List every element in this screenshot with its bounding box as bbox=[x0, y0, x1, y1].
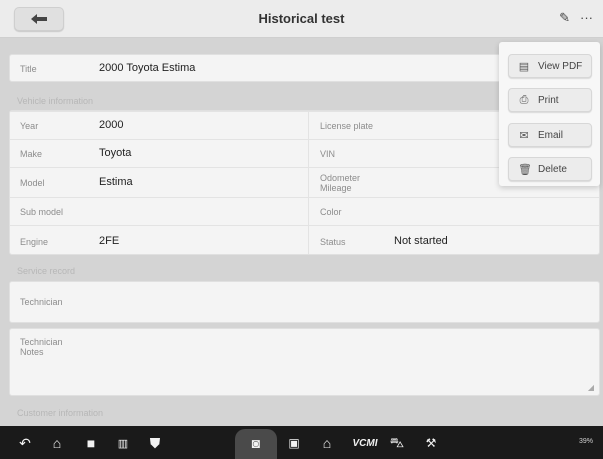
model-label: Model bbox=[20, 178, 45, 188]
vehicle-info-header: Vehicle information bbox=[17, 96, 94, 106]
technician-field[interactable]: Technician bbox=[9, 281, 600, 323]
vin-label: VIN bbox=[320, 149, 336, 159]
make-value: Toyota bbox=[99, 147, 132, 159]
status-tray: 39% bbox=[578, 438, 593, 445]
page-title: Historical test bbox=[258, 11, 345, 26]
title-label: Title bbox=[20, 64, 37, 74]
year-label: Year bbox=[20, 121, 39, 131]
vehicle-row: Engine 2FE Status Not started bbox=[10, 225, 599, 256]
split-screen-icon[interactable]: ▥ bbox=[112, 434, 134, 452]
screen-record-icon[interactable]: ▣ bbox=[283, 434, 305, 452]
print-label: Print bbox=[538, 94, 559, 106]
email-icon: ✉ bbox=[519, 129, 529, 142]
model-value: Estima bbox=[99, 176, 133, 188]
delete-label: Delete bbox=[538, 163, 567, 175]
service-icon[interactable]: ⚒ bbox=[420, 434, 442, 452]
resize-handle-icon[interactable]: ◢ bbox=[588, 383, 594, 392]
delete-button[interactable]: 🗑 Delete bbox=[508, 157, 592, 181]
vcmi-icon[interactable]: VCMI bbox=[347, 434, 383, 452]
make-label: Make bbox=[20, 149, 43, 159]
print-button[interactable]: ⎙ Print bbox=[508, 88, 592, 112]
camera-icon[interactable]: ◙ bbox=[245, 434, 267, 452]
trash-icon: 🗑 bbox=[518, 163, 532, 176]
color-label: Color bbox=[320, 207, 342, 217]
sub-model-label: Sub model bbox=[20, 207, 64, 217]
top-bar: Historical test ✎ ··· bbox=[0, 0, 603, 38]
customer-info-header: Customer information bbox=[17, 408, 104, 418]
print-icon: ⎙ bbox=[519, 93, 529, 106]
email-button[interactable]: ✉ Email bbox=[508, 123, 592, 147]
technician-label: Technician bbox=[20, 297, 63, 307]
view-pdf-button[interactable]: ▤ View PDF bbox=[508, 54, 592, 78]
back-nav-icon[interactable]: ↶ bbox=[14, 434, 36, 452]
engine-value: 2FE bbox=[99, 235, 120, 247]
email-label: Email bbox=[538, 129, 564, 141]
odometer-label: Odometer Mileage bbox=[320, 173, 361, 193]
pdf-icon: ▤ bbox=[518, 60, 530, 73]
license-plate-label: License plate bbox=[320, 121, 374, 131]
service-record-header: Service record bbox=[17, 266, 76, 276]
options-menu: ▤ View PDF ⎙ Print ✉ Email 🗑 Delete bbox=[499, 42, 600, 186]
home-dashboard-icon[interactable]: ⌂ bbox=[316, 434, 338, 452]
year-value: 2000 bbox=[99, 119, 124, 131]
car-icon[interactable]: ⛍ bbox=[386, 434, 408, 452]
vehicle-row: Sub model Color bbox=[10, 197, 599, 225]
engine-label: Engine bbox=[20, 237, 49, 247]
technician-notes-label: Technician Notes bbox=[20, 337, 63, 357]
status-value: Not started bbox=[394, 235, 448, 247]
recent-apps-icon[interactable]: ■ bbox=[80, 434, 102, 452]
technician-notes-field[interactable]: Technician Notes ◢ bbox=[9, 328, 600, 396]
view-pdf-label: View PDF bbox=[538, 60, 583, 72]
bottom-taskbar: ↶ ⌂ ■ ▥ ⛊ ◙ ▣ ⌂ VCMI ⛍ ⚒ 39% bbox=[0, 426, 603, 459]
edit-pencil-icon[interactable]: ✎ bbox=[559, 9, 570, 27]
status-label: Status bbox=[320, 237, 346, 247]
shield-icon[interactable]: ⛊ bbox=[144, 434, 166, 452]
title-value: 2000 Toyota Estima bbox=[99, 62, 196, 74]
home-icon[interactable]: ⌂ bbox=[46, 434, 68, 452]
more-options-icon[interactable]: ··· bbox=[580, 9, 593, 27]
